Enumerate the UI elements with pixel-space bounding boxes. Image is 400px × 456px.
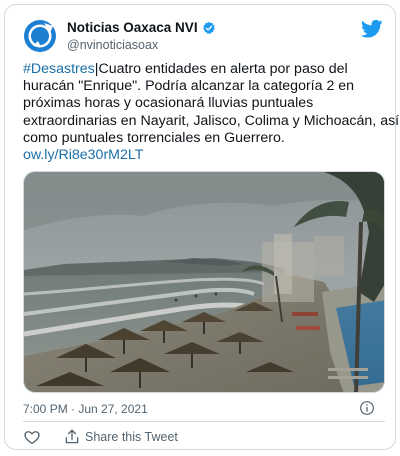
url-link[interactable]: ow.ly/Ri8e30rM2LT [23, 147, 385, 164]
share-button[interactable]: Share this Tweet [63, 428, 178, 446]
tweet-photo[interactable] [23, 171, 385, 393]
display-name-text[interactable]: Noticias Oaxaca NVI [67, 20, 198, 35]
info-icon[interactable] [359, 400, 375, 416]
account-info: Noticias Oaxaca NVI @nvinoticiasoax [67, 20, 216, 52]
tweet-text-line: como puntuales torrenciales en Guerrero. [23, 129, 285, 146]
tweet-text: #Desastres|Cuatro entidades en alerta po… [23, 61, 400, 164]
like-heart-icon[interactable] [23, 428, 41, 446]
avatar-logo-icon [23, 19, 57, 53]
tweet-text-line: huracán "Enrique". Podría alcanzar la ca… [23, 78, 355, 95]
share-icon [65, 429, 79, 444]
divider [23, 421, 385, 422]
display-name[interactable]: Noticias Oaxaca NVI [67, 20, 216, 35]
verified-badge-icon [202, 21, 215, 34]
twitter-bird-icon[interactable] [361, 19, 383, 39]
tweet-timestamp[interactable]: 7:00 PM · Jun 27, 2021 [23, 402, 148, 416]
beach-hurricane-photo [24, 172, 384, 392]
hashtag-link[interactable]: #Desastres [23, 61, 95, 77]
handle[interactable]: @nvinoticiasoax [67, 38, 216, 52]
tweet-text-line: |Cuatro entidades en alerta por paso del [94, 61, 348, 77]
tweet-text-line: próximas horas y ocasionará lluvias punt… [23, 95, 314, 112]
avatar[interactable] [23, 19, 57, 53]
share-label: Share this Tweet [85, 430, 178, 444]
tweet-card: Noticias Oaxaca NVI @nvinoticiasoax #Des… [4, 4, 400, 450]
tweet-text-line: extraordinarias en Nayarit, Jalisco, Col… [23, 112, 400, 129]
tweet-line-1: #Desastres|Cuatro entidades en alerta po… [23, 61, 385, 78]
tweet-header: Noticias Oaxaca NVI @nvinoticiasoax [23, 17, 383, 57]
tweet-actions: Share this Tweet [23, 426, 385, 448]
